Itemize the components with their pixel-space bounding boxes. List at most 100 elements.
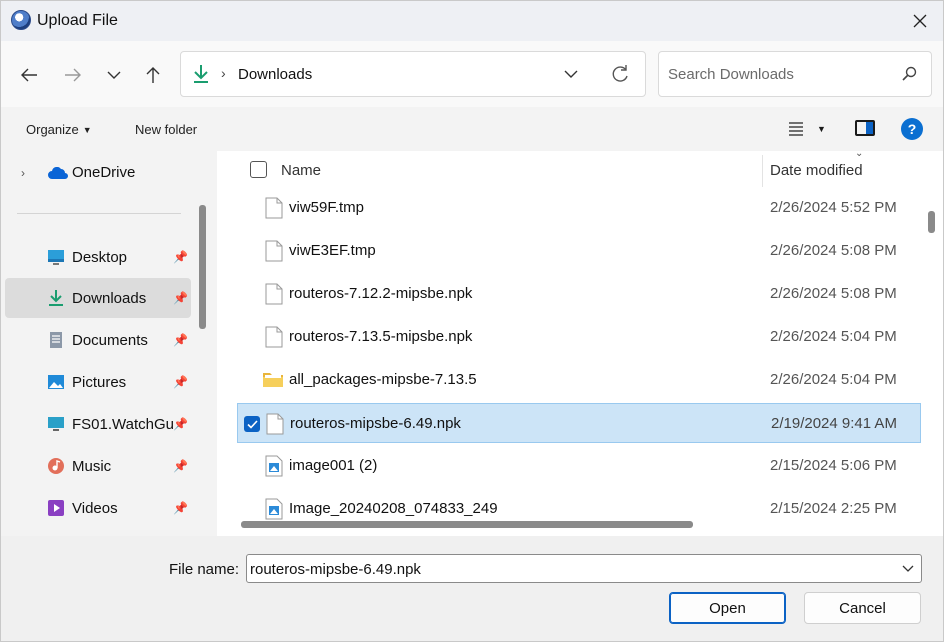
file-icon <box>265 326 283 348</box>
arrow-right-icon <box>65 68 81 82</box>
sidebar-item-desktop[interactable]: Desktop 📌 <box>5 237 191 277</box>
sidebar-item-pictures[interactable]: Pictures 📌 <box>5 362 191 402</box>
refresh-icon[interactable] <box>609 63 631 85</box>
pin-icon: 📌 <box>173 501 188 515</box>
chevron-down-icon[interactable] <box>561 64 581 84</box>
pictures-icon <box>48 375 64 389</box>
file-date: 2/15/2024 2:25 PM <box>770 500 897 517</box>
sidebar-item-downloads[interactable]: Downloads 📌 <box>5 278 191 318</box>
window-title: Upload File <box>37 12 118 29</box>
recent-locations-button[interactable] <box>100 61 128 89</box>
sidebar-item-network-drive[interactable]: FS01.WatchGu 📌 <box>5 404 191 444</box>
file-row[interactable]: all_packages-mipsbe-7.13.5 2/26/2024 5:0… <box>237 360 921 400</box>
caret-down-icon[interactable]: ▼ <box>817 124 826 134</box>
file-date: 2/26/2024 5:08 PM <box>770 285 897 302</box>
sidebar-item-music[interactable]: Music 📌 <box>5 446 191 486</box>
divider <box>17 213 181 214</box>
file-name-field[interactable] <box>246 554 922 583</box>
column-divider[interactable] <box>762 155 763 187</box>
navigation-bar: › Downloads Search Downloads <box>1 41 943 107</box>
pin-icon: 📌 <box>173 417 188 431</box>
open-button[interactable]: Open <box>669 592 786 624</box>
file-row[interactable]: image001 (2) 2/15/2024 5:06 PM <box>237 446 921 486</box>
select-all-checkbox[interactable] <box>250 161 267 178</box>
sidebar-label: Videos <box>72 500 118 517</box>
file-name: all_packages-mipsbe-7.13.5 <box>289 371 477 388</box>
file-name-input[interactable] <box>250 559 890 579</box>
file-icon <box>266 413 284 435</box>
file-icon <box>265 240 283 262</box>
caret-down-icon: ▼ <box>82 125 92 135</box>
file-date: 2/26/2024 5:08 PM <box>770 242 897 259</box>
arrow-up-icon <box>146 67 160 83</box>
download-icon <box>194 65 208 83</box>
address-bar[interactable]: › Downloads <box>180 51 646 97</box>
search-icon <box>902 66 917 81</box>
chevron-down-icon <box>107 71 121 79</box>
pin-icon: 📌 <box>173 333 188 347</box>
folder-icon <box>263 373 283 387</box>
documents-icon <box>50 332 62 348</box>
image-file-icon <box>265 455 283 477</box>
sidebar-label-onedrive: OneDrive <box>72 164 136 181</box>
sidebar-label: Documents <box>72 332 148 349</box>
pin-icon: 📌 <box>173 250 188 264</box>
file-name: routeros-7.12.2-mipsbe.npk <box>289 285 473 302</box>
image-file-icon <box>265 498 283 520</box>
sidebar-item-documents[interactable]: Documents 📌 <box>5 320 191 360</box>
file-name: routeros-7.13.5-mipsbe.npk <box>289 328 473 345</box>
preview-pane-icon[interactable] <box>855 120 875 136</box>
dialog-footer: File name: Open Cancel <box>1 536 943 641</box>
forward-button[interactable] <box>59 61 87 89</box>
sidebar-item-videos[interactable]: Videos 📌 <box>5 488 191 528</box>
desktop-icon <box>48 250 64 265</box>
organize-button[interactable]: Organize ▼ <box>26 122 92 137</box>
vertical-scrollbar[interactable] <box>928 211 935 233</box>
up-button[interactable] <box>139 61 167 89</box>
file-row[interactable]: routeros-7.13.5-mipsbe.npk 2/26/2024 5:0… <box>237 317 921 357</box>
file-date: 2/26/2024 5:52 PM <box>770 199 897 216</box>
file-row[interactable]: viwE3EF.tmp 2/26/2024 5:08 PM <box>237 231 921 271</box>
close-icon <box>913 14 927 28</box>
pin-icon: 📌 <box>173 375 188 389</box>
app-icon <box>11 10 31 30</box>
command-bar: Organize ▼ New folder ▼ ? <box>1 107 943 151</box>
sidebar-item-onedrive[interactable]: › OneDrive <box>5 153 191 193</box>
back-button[interactable] <box>15 61 43 89</box>
file-name-label: File name: <box>169 561 240 578</box>
upload-file-dialog: Upload File › Downloads Search Downloads <box>0 0 944 642</box>
navigation-pane: › OneDrive Desktop 📌 Downloads 📌 Documen… <box>1 151 214 536</box>
chevron-down-icon[interactable] <box>902 563 914 573</box>
search-box[interactable]: Search Downloads <box>658 51 932 97</box>
sidebar-label: Pictures <box>72 374 127 391</box>
file-row[interactable]: routeros-7.12.2-mipsbe.npk 2/26/2024 5:0… <box>237 274 921 314</box>
file-name: viw59F.tmp <box>289 199 365 216</box>
help-icon[interactable]: ? <box>901 118 923 140</box>
column-header: Name ⌄ Date modified <box>217 151 943 189</box>
sidebar-label: Music <box>72 458 112 475</box>
pin-icon: 📌 <box>173 459 188 473</box>
horizontal-scrollbar[interactable] <box>241 521 693 528</box>
file-name: image001 (2) <box>289 457 378 474</box>
videos-icon <box>48 500 64 516</box>
file-date: 2/26/2024 5:04 PM <box>770 371 897 388</box>
arrow-left-icon <box>21 68 37 82</box>
file-row-selected[interactable]: routeros-mipsbe-6.49.npk 2/19/2024 9:41 … <box>237 403 921 443</box>
sidebar-scrollbar[interactable] <box>199 205 206 329</box>
file-row[interactable]: viw59F.tmp 2/26/2024 5:52 PM <box>237 188 921 228</box>
file-date: 2/15/2024 5:06 PM <box>770 457 897 474</box>
network-drive-icon <box>48 417 64 431</box>
file-date: 2/26/2024 5:04 PM <box>770 328 897 345</box>
row-checkbox[interactable] <box>244 416 260 432</box>
chevron-right-icon[interactable]: › <box>21 166 25 180</box>
file-icon <box>265 283 283 305</box>
cloud-icon <box>48 167 68 179</box>
cancel-button[interactable]: Cancel <box>804 592 921 624</box>
close-button[interactable] <box>897 1 943 41</box>
new-folder-button[interactable]: New folder <box>135 122 197 137</box>
list-view-icon[interactable] <box>787 121 805 137</box>
column-name[interactable]: Name <box>281 162 321 179</box>
organize-label: Organize <box>26 122 79 137</box>
column-date-modified[interactable]: Date modified <box>770 162 863 179</box>
breadcrumb-downloads[interactable]: Downloads <box>238 66 312 83</box>
